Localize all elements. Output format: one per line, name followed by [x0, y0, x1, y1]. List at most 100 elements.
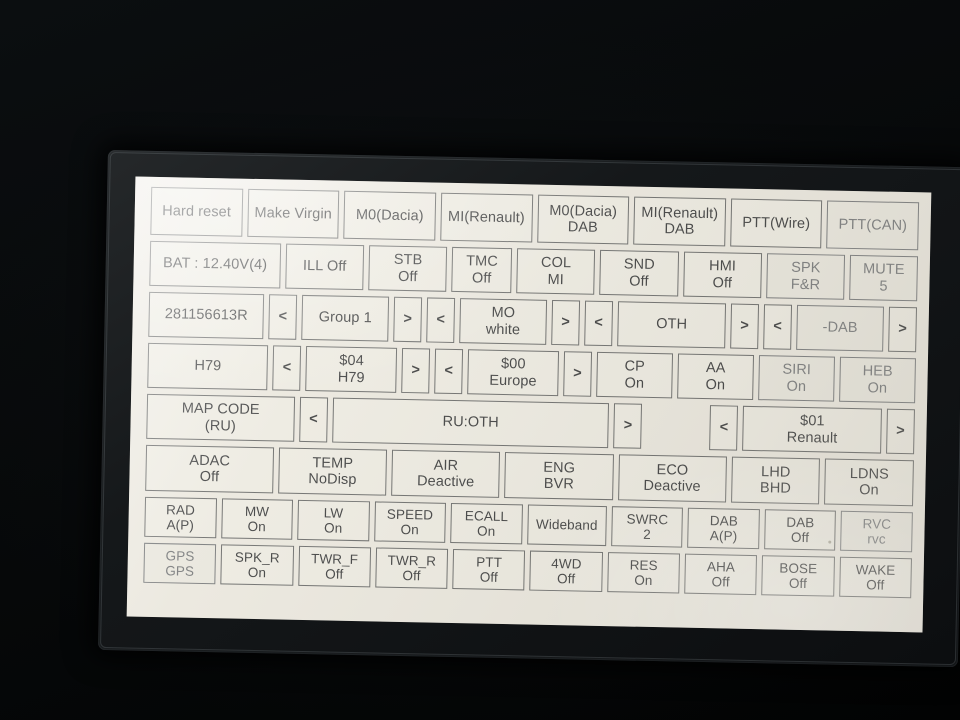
lcd-screen[interactable]: Hard reset Make Virgin M0(Dacia) MI(Renault…	[126, 176, 932, 633]
button-label-primary: RU:OTH	[442, 414, 499, 432]
button-spk[interactable]: SPK F&R	[766, 253, 846, 300]
button-bose[interactable]: BOSE Off	[761, 555, 835, 597]
button-ecall[interactable]: ECALL On	[450, 502, 523, 545]
button-region-value[interactable]: $00 Europe	[467, 349, 560, 397]
button-battery-voltage[interactable]: BAT : 12.40V(4)	[149, 240, 281, 289]
row-4: H79 < $04 H79 > < $00 Europe > CP On AA On SIRI On HEB O…	[147, 342, 916, 404]
button-map-value[interactable]: RU:OTH	[331, 397, 610, 449]
button-gps[interactable]: GPS GPS	[143, 542, 217, 585]
button-mi-renault-dab[interactable]: MI(Renault) DAB	[633, 196, 726, 247]
arrow-region-prev[interactable]: <	[434, 348, 464, 395]
button-label-secondary: MI	[547, 271, 565, 288]
arrow-oth-prev[interactable]: <	[584, 300, 614, 347]
button-lhd[interactable]: LHD BHD	[730, 456, 821, 505]
arrow-region-next[interactable]: >	[563, 351, 593, 397]
button-brand-value[interactable]: $01 Renault	[742, 405, 882, 454]
button-label-primary: TWR_R	[387, 552, 437, 569]
button-label-secondary: DAB	[567, 219, 599, 236]
button-map-code[interactable]: MAP CODE (RU)	[146, 393, 295, 442]
button-aha[interactable]: AHA Off	[684, 553, 758, 596]
button-ptt[interactable]: PTT Off	[452, 549, 526, 591]
button-label-secondary: On	[400, 521, 419, 538]
button-temp[interactable]: TEMP NoDisp	[278, 447, 388, 496]
button-label-primary: PTT(CAN)	[838, 216, 908, 234]
arrow-brand-prev[interactable]: <	[709, 405, 739, 451]
button-wake[interactable]: WAKE Off	[838, 556, 912, 599]
button-label-primary: ILL Off	[302, 258, 347, 276]
button-hmi[interactable]: HMI Off	[682, 251, 762, 299]
arrow-group-next[interactable]: >	[393, 296, 423, 343]
button-eco[interactable]: ECO Deactive	[617, 454, 727, 503]
button-heb[interactable]: HEB On	[839, 356, 916, 404]
button-speed[interactable]: SPEED On	[373, 501, 446, 543]
head-unit-device: Hard reset Make Virgin M0(Dacia) MI(Renault…	[97, 150, 960, 668]
button-tmc[interactable]: TMC Off	[451, 246, 513, 294]
button-ptt-can[interactable]: PTT(CAN)	[826, 200, 920, 251]
button-label-secondary: H79	[337, 369, 365, 386]
button-label-primary: ENG	[543, 459, 576, 477]
button-mute[interactable]: MUTE 5	[849, 254, 918, 302]
arrow-model-next[interactable]: >	[551, 299, 581, 346]
button-hw-value[interactable]: $04 H79	[305, 346, 398, 393]
button-col[interactable]: COL MI	[516, 248, 596, 295]
button-twr-f[interactable]: TWR_F Off	[297, 545, 371, 588]
button-make-virgin[interactable]: Make Virgin	[246, 188, 340, 239]
arrow-dab-next[interactable]: >	[888, 306, 918, 353]
button-ptt-wire[interactable]: PTT(Wire)	[729, 198, 823, 249]
button-label-secondary: Off	[788, 575, 808, 592]
button-res[interactable]: RES On	[607, 552, 681, 594]
button-hard-reset[interactable]: Hard reset	[150, 186, 243, 237]
button-aa[interactable]: AA On	[677, 353, 754, 400]
button-mw[interactable]: MW On	[220, 498, 294, 540]
button-group-value[interactable]: Group 1	[301, 294, 390, 342]
button-part-number[interactable]: 281156613R	[148, 291, 265, 340]
button-dab-state[interactable]: DAB Off	[764, 509, 837, 551]
button-label-secondary: Off	[711, 574, 730, 590]
button-twr-r[interactable]: TWR_R Off	[375, 547, 449, 589]
button-label-primary: BOSE	[779, 560, 818, 577]
button-label-primary: MW	[244, 503, 270, 520]
button-siri[interactable]: SIRI On	[758, 355, 835, 402]
button-label-primary: >	[898, 321, 908, 338]
button-rad[interactable]: RAD A(P)	[144, 496, 217, 539]
arrow-hw-next[interactable]: >	[401, 347, 431, 394]
button-adac[interactable]: ADAC Off	[145, 444, 274, 494]
arrow-map-next[interactable]: >	[613, 403, 643, 449]
button-ldns[interactable]: LDNS On	[824, 458, 914, 507]
button-ill[interactable]: ILL Off	[285, 243, 365, 291]
button-label-primary: <	[444, 363, 454, 380]
arrow-hw-prev[interactable]: <	[272, 345, 302, 391]
button-label-primary: $04	[339, 352, 364, 370]
button-dab-value[interactable]: -DAB	[796, 304, 885, 352]
button-label-primary: >	[573, 365, 582, 382]
arrow-map-prev[interactable]: <	[298, 396, 328, 443]
button-label-primary: STB	[393, 252, 423, 269]
button-air[interactable]: AIR Deactive	[391, 449, 501, 498]
button-stb[interactable]: STB Off	[368, 245, 448, 292]
arrow-model-prev[interactable]: <	[426, 297, 456, 343]
button-dab-mode[interactable]: DAB A(P)	[687, 507, 760, 550]
button-oth-value[interactable]: OTH	[617, 301, 727, 349]
button-m0-dacia[interactable]: M0(Dacia)	[343, 190, 437, 241]
button-hardware-code[interactable]: H79	[147, 342, 269, 391]
button-m0-dacia-dab[interactable]: M0(Dacia) DAB	[536, 194, 630, 245]
button-swrc[interactable]: SWRC 2	[611, 506, 684, 548]
arrow-brand-next[interactable]: >	[886, 408, 915, 455]
button-mi-renault[interactable]: MI(Renault)	[440, 192, 533, 243]
button-snd[interactable]: SND Off	[599, 249, 679, 297]
button-label-primary: SPEED	[386, 506, 434, 523]
button-lw[interactable]: LW On	[297, 499, 370, 542]
arrow-dab-prev[interactable]: <	[763, 304, 793, 350]
arrow-group-prev[interactable]: <	[268, 294, 298, 340]
button-cp[interactable]: CP On	[596, 351, 674, 399]
button-wideband[interactable]: Wideband	[526, 504, 607, 547]
button-label-primary: RES	[629, 557, 658, 574]
arrow-oth-next[interactable]: >	[730, 303, 760, 350]
row-3: 281156613R < Group 1 > < MO white > < OTH > < -DAB >	[148, 291, 918, 353]
button-label-primary: GPS	[165, 548, 195, 564]
button-eng[interactable]: ENG BVR	[504, 452, 614, 501]
button-rvc[interactable]: RVC rvc	[840, 510, 913, 553]
button-model-value[interactable]: MO white	[459, 298, 548, 345]
button-fourwd[interactable]: 4WD Off	[529, 550, 603, 593]
button-spk-r[interactable]: SPK_R On	[220, 544, 294, 586]
